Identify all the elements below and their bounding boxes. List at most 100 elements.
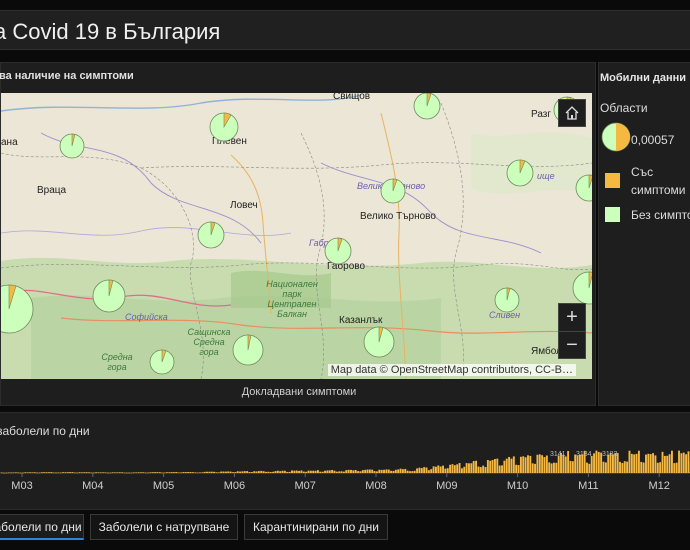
chart-bar bbox=[342, 471, 345, 473]
chart-bar bbox=[232, 472, 234, 473]
chart-bar bbox=[364, 469, 367, 473]
chart-bar bbox=[314, 470, 317, 473]
chart-bar bbox=[208, 471, 211, 473]
region-pie-marker[interactable] bbox=[148, 348, 176, 376]
chart-bar bbox=[293, 470, 296, 473]
chart-bar bbox=[217, 472, 220, 473]
place-label: Национален парк Централен Балкан bbox=[266, 279, 318, 319]
chart-bar bbox=[383, 469, 385, 473]
chart-bar bbox=[246, 471, 249, 473]
tab-cumulative-cases[interactable]: Заболели с натрупване bbox=[90, 514, 238, 540]
chart-bar bbox=[397, 469, 400, 473]
chart-bar bbox=[229, 471, 232, 473]
chart-bar bbox=[479, 467, 482, 473]
chart-bar bbox=[38, 472, 41, 474]
chart-bar bbox=[250, 472, 253, 473]
daily-cases-chart[interactable]: 3141 3134 3183 M03 M04 M05 M06 M07 M08 M09 M10 M11 M… bbox=[0, 449, 690, 509]
region-pie-marker[interactable] bbox=[574, 173, 592, 203]
chart-bar bbox=[496, 458, 499, 473]
map-attribution[interactable]: Map data © OpenStreetMap contributors, C… bbox=[327, 364, 576, 376]
chart-bar bbox=[191, 472, 194, 473]
chart-bar bbox=[652, 453, 655, 473]
place-label: ище bbox=[537, 171, 555, 181]
chart-bar bbox=[368, 469, 371, 473]
region-pie-marker[interactable] bbox=[493, 286, 521, 314]
chart-bar bbox=[267, 471, 270, 473]
chart-bar bbox=[446, 468, 449, 473]
chart-bar bbox=[597, 451, 600, 473]
chart-bar bbox=[529, 455, 532, 473]
chart-bar bbox=[43, 472, 46, 473]
chart-bar bbox=[498, 465, 501, 473]
chart-tick-label: M07 bbox=[294, 480, 315, 492]
chart-bar bbox=[437, 465, 440, 473]
chart-bar bbox=[220, 471, 223, 473]
region-pie-marker[interactable] bbox=[505, 158, 535, 188]
chart-bar bbox=[442, 465, 444, 473]
chart-bar bbox=[210, 471, 213, 473]
chart-bar bbox=[45, 472, 48, 473]
chart-tick-label: M05 bbox=[153, 480, 174, 492]
region-pie-marker[interactable] bbox=[196, 220, 226, 250]
chart-bar bbox=[357, 471, 360, 473]
chart-bar bbox=[685, 454, 688, 473]
region-pie-marker[interactable] bbox=[571, 270, 592, 306]
chart-bar bbox=[486, 460, 489, 473]
region-pie-marker[interactable] bbox=[362, 325, 396, 359]
zoom-out-button[interactable]: − bbox=[559, 331, 585, 358]
chart-bar bbox=[19, 472, 22, 474]
chart-bar bbox=[239, 471, 242, 473]
chart-bar bbox=[465, 463, 468, 473]
map-view[interactable]: Свищов Плевен Враца Ловеч Велико Търново… bbox=[1, 93, 592, 379]
chart-bar bbox=[326, 470, 329, 473]
chart-bar bbox=[503, 460, 506, 473]
map-panel-title: ва наличие на симптоми bbox=[0, 70, 134, 82]
place-label: Враца bbox=[37, 185, 67, 196]
chart-bar bbox=[501, 465, 503, 473]
region-pie-marker[interactable] bbox=[323, 236, 353, 266]
region-pie-marker[interactable] bbox=[379, 177, 407, 205]
zoom-control: + − bbox=[558, 303, 586, 359]
region-pie-marker[interactable] bbox=[1, 283, 35, 335]
region-pie-marker[interactable] bbox=[231, 333, 265, 367]
chart-bar bbox=[187, 472, 190, 473]
chart-bar bbox=[468, 463, 470, 473]
chart-bar bbox=[78, 472, 81, 473]
chart-bar bbox=[576, 455, 579, 473]
chart-bar bbox=[62, 472, 65, 473]
chart-bar bbox=[144, 472, 147, 474]
chart-bar bbox=[165, 472, 168, 473]
chart-bar bbox=[543, 457, 546, 473]
chart-bar bbox=[376, 471, 378, 473]
chart-bar bbox=[177, 472, 180, 474]
chart-bar bbox=[71, 472, 74, 473]
tab-daily-cases[interactable]: аболели по дни bbox=[0, 514, 84, 540]
chart-bar bbox=[564, 456, 567, 473]
chart-bar bbox=[206, 471, 208, 473]
region-pie-marker[interactable] bbox=[412, 93, 442, 121]
chart-bar bbox=[387, 469, 390, 473]
view-tabs: аболели по дни Заболели с натрупване Кар… bbox=[0, 514, 690, 540]
region-pie-marker[interactable] bbox=[208, 111, 240, 143]
chart-bar bbox=[451, 464, 454, 473]
chart-bar bbox=[317, 470, 319, 473]
place-label: Велико Търново bbox=[360, 211, 436, 222]
home-icon bbox=[565, 106, 579, 120]
chart-bar bbox=[453, 465, 456, 473]
chart-bar bbox=[31, 472, 34, 473]
tab-quarantined-daily[interactable]: Карантинирани по дни bbox=[244, 514, 388, 540]
chart-bar bbox=[456, 464, 459, 473]
chart-bar bbox=[309, 470, 312, 473]
chart-bar bbox=[378, 469, 381, 473]
chart-bar bbox=[640, 461, 643, 473]
chart-bar bbox=[439, 466, 442, 473]
home-button[interactable] bbox=[558, 99, 586, 127]
chart-bar bbox=[668, 454, 671, 473]
chart-bar bbox=[154, 472, 157, 473]
chart-bar bbox=[642, 462, 645, 473]
chart-bar bbox=[175, 472, 178, 473]
zoom-in-button[interactable]: + bbox=[559, 304, 585, 331]
chart-bar bbox=[319, 471, 322, 473]
region-pie-marker[interactable] bbox=[58, 132, 86, 160]
region-pie-marker[interactable] bbox=[91, 278, 127, 314]
